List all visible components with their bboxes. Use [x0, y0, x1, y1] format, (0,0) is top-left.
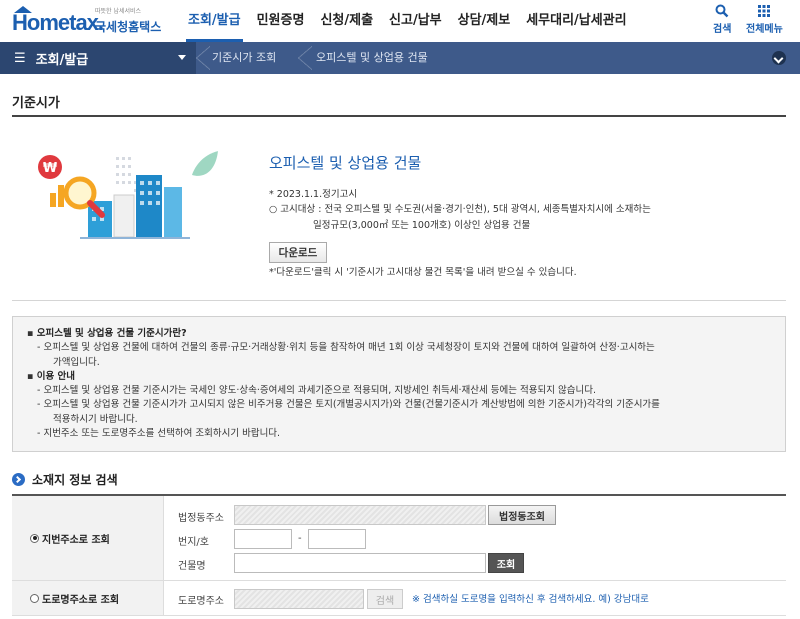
info-text: 적용하시기 바랍니다.: [53, 413, 138, 425]
info-text: - 지번주소 또는 도로명주소를 선택하여 조회하시기 바랍니다.: [37, 428, 281, 440]
nav-item-lookup[interactable]: 조회/발급: [180, 0, 249, 42]
jibun-search-label: 지번주소로 조회: [42, 534, 110, 546]
notice-date: * 2023.1.1.정기고시: [269, 189, 358, 200]
caret-down-icon: [178, 55, 186, 60]
all-menu-label: 전체메뉴: [746, 24, 783, 35]
road-search-radio[interactable]: 도로명주소로 조회: [12, 581, 164, 615]
notice-target-line1: ○ 고시대상 : 전국 오피스텔 및 수도권(서울·경기·인천), 5대 광역시…: [269, 204, 651, 215]
search-button[interactable]: 검색: [713, 4, 731, 35]
info-text: - 오피스텔 및 상업용 건물에 대하여 건물의 종류·규모·거래상황·위치 등…: [37, 342, 655, 354]
info-section-title: 오피스텔 및 상업용 건물 기준시가란?: [27, 327, 771, 341]
arrow-circle-icon: [12, 473, 25, 486]
download-note: *'다운로드'클릭 시 '기준시가 고시대상 물건 목록'을 내려 받으실 수 …: [269, 267, 577, 278]
svg-text:₩: ₩: [43, 161, 58, 176]
current-menu-label: 조회/발급: [35, 52, 89, 68]
breadcrumb-separator-icon: [298, 46, 312, 70]
chevron-down-icon[interactable]: [772, 51, 786, 65]
breadcrumb-item-standard-price[interactable]: 기준시가 조회: [212, 42, 276, 74]
info-section-title: 이용 안내: [27, 370, 771, 384]
location-bar: ☰ 조회/발급 기준시가 조회 오피스텔 및 상업용 건물: [0, 42, 800, 74]
bunji-dash: -: [298, 533, 302, 544]
top-header: 따뜻한 납세서비스 Hometax. 국세청홈택스 조회/발급 민원증명 신청/…: [0, 0, 800, 42]
jibun-search-radio[interactable]: 지번주소로 조회: [12, 496, 164, 580]
road-address-input[interactable]: [234, 589, 364, 609]
nav-item-consult[interactable]: 상담/제보: [450, 0, 519, 42]
ho-input[interactable]: [308, 529, 366, 549]
radio-checked-icon[interactable]: [30, 533, 39, 543]
search-icon: [715, 4, 729, 18]
road-search-hint: ※ 검색하실 도로명을 입력하신 후 검색하세요. 예) 강남대로: [412, 594, 649, 605]
logo-brand: Hometax.: [12, 10, 104, 35]
breadcrumb-item-officetel[interactable]: 오피스텔 및 상업용 건물: [316, 42, 428, 74]
info-box: 오피스텔 및 상업용 건물 기준시가란? - 오피스텔 및 상업용 건물에 대하…: [12, 316, 786, 452]
building-name-input[interactable]: [234, 553, 486, 573]
page-title: 기준시가: [12, 96, 60, 111]
nav-item-filing[interactable]: 신고/납부: [381, 0, 450, 42]
radio-unchecked-icon[interactable]: [30, 593, 39, 603]
main-nav: 조회/발급 민원증명 신청/제출 신고/납부 상담/제보 세무대리/납세관리: [180, 0, 635, 42]
info-text: - 오피스텔 및 상업용 건물 기준시가는 국세인 양도·상속·증여세의 과세기…: [37, 385, 596, 397]
download-button[interactable]: 다운로드: [269, 242, 327, 263]
nav-item-certificates[interactable]: 민원증명: [249, 0, 313, 42]
row-divider: [12, 615, 786, 616]
intro-divider: [12, 300, 786, 301]
notice-target: ○ 고시대상 : 전국 오피스텔 및 수도권(서울·경기·인천), 5대 광역시…: [269, 202, 789, 234]
hamburger-icon: ☰: [14, 50, 26, 66]
nav-item-applications[interactable]: 신청/제출: [312, 0, 381, 42]
legal-dong-input[interactable]: [234, 505, 486, 525]
info-text: - 오피스텔 및 상업용 건물 기준시가가 고시되지 않은 비주거용 건물은 토…: [37, 399, 660, 411]
intro-heading: 오피스텔 및 상업용 건물: [269, 154, 422, 172]
logo-korean: 국세청홈택스: [95, 20, 162, 34]
search-section-heading: 소재지 정보 검색: [12, 471, 118, 488]
title-divider: [12, 115, 786, 117]
notice-target-line2: 일정규모(3,000㎡ 또는 100개호) 이상인 상업용 건물: [313, 220, 531, 231]
search-section-title: 소재지 정보 검색: [32, 473, 118, 487]
search-label: 검색: [713, 24, 732, 35]
breadcrumb-separator-icon: [196, 46, 210, 70]
grid-menu-icon: [758, 5, 771, 17]
road-address-label: 도로명주소: [178, 596, 224, 607]
road-search-button[interactable]: 검색: [367, 589, 403, 609]
all-menu-button[interactable]: 전체메뉴: [746, 4, 783, 35]
hometax-logo[interactable]: 따뜻한 납세서비스 Hometax. 국세청홈택스: [12, 6, 172, 38]
legal-dong-label: 법정동주소: [178, 513, 224, 524]
bunji-input[interactable]: [234, 529, 292, 549]
nav-item-tax-agent[interactable]: 세무대리/납세관리: [518, 0, 634, 42]
search-form: 지번주소로 조회 법정동주소 법정동조회 번지/호 - 건물명 조회 도로명주소…: [12, 494, 786, 616]
info-text: 가액입니다.: [53, 356, 100, 368]
jibun-search-button[interactable]: 조회: [488, 553, 524, 573]
current-menu-dropdown[interactable]: ☰ 조회/발급: [0, 42, 196, 74]
building-illustration-icon: ₩: [38, 151, 219, 239]
bunji-label: 번지/호: [178, 537, 209, 548]
legal-dong-search-button[interactable]: 법정동조회: [488, 505, 556, 525]
road-search-label: 도로명주소로 조회: [42, 594, 120, 606]
building-name-label: 건물명: [178, 561, 206, 572]
